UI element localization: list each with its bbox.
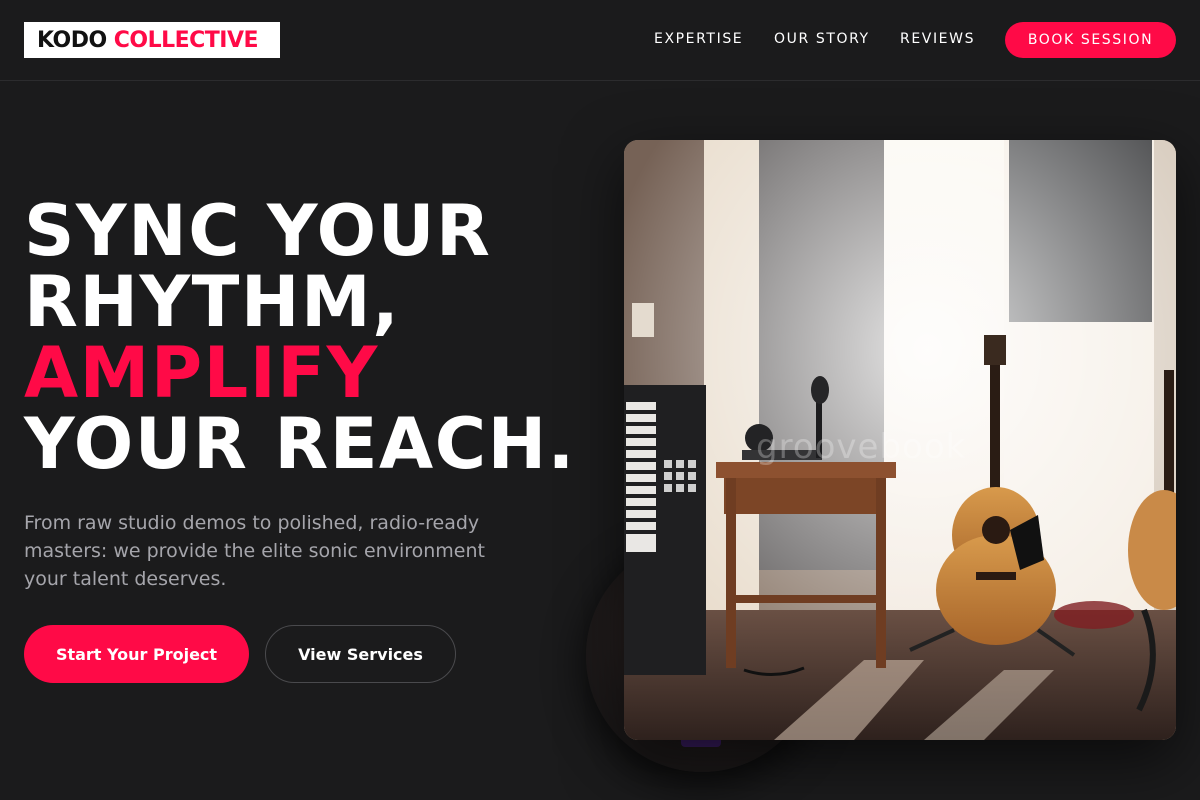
site-header: KODO COLLECTIVE EXPERTISE OUR STORY REVI… — [0, 0, 1200, 81]
view-services-button[interactable]: View Services — [265, 625, 456, 683]
photo-watermark: groovebook — [756, 427, 967, 467]
nav-link-expertise[interactable]: EXPERTISE — [654, 31, 743, 47]
headline-line-4: YOUR REACH. — [24, 403, 576, 485]
brand-word-collective: COLLECTIVE — [113, 27, 259, 53]
start-project-button[interactable]: Start Your Project — [24, 625, 249, 683]
book-session-button[interactable]: BOOK SESSION — [1005, 22, 1176, 58]
studio-photo: groovebook — [624, 140, 1176, 740]
hero-subtitle: From raw studio demos to polished, radio… — [24, 512, 485, 590]
headline-line-2: RHYTHM, — [24, 261, 401, 343]
hero-headline: SYNC YOUR RHYTHM, AMPLIFY YOUR REACH. — [24, 196, 604, 480]
nav-link-reviews[interactable]: REVIEWS — [900, 31, 975, 47]
headline-line-1: SYNC YOUR — [24, 190, 492, 272]
brand-word-kodo: KODO — [37, 27, 107, 53]
nav-link-our-story[interactable]: OUR STORY — [774, 31, 870, 47]
headline-accent-word: AMPLIFY — [24, 332, 379, 414]
brand-logo[interactable]: KODO COLLECTIVE — [24, 22, 280, 58]
